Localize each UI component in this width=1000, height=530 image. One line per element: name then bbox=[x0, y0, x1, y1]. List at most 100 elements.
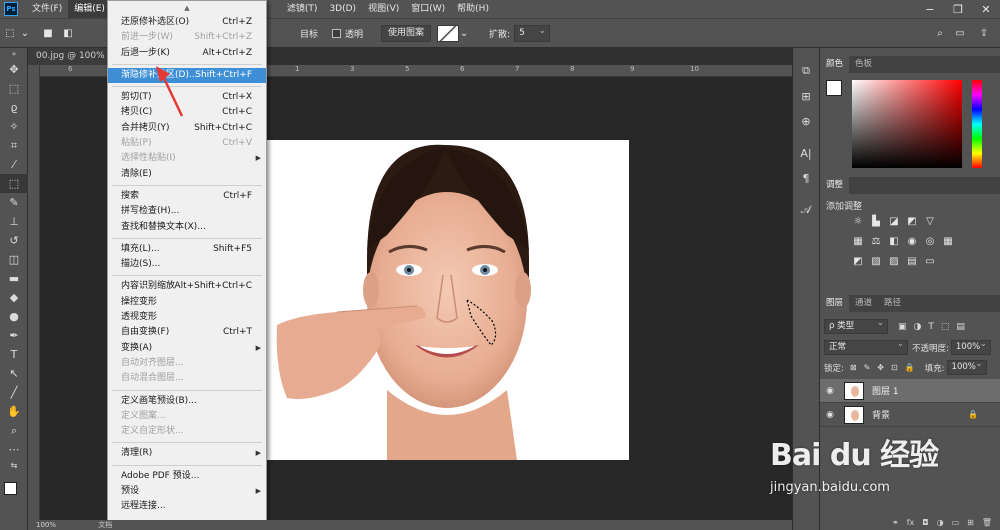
gradient-map-icon[interactable]: ▤ bbox=[906, 255, 918, 267]
swap-colors-icon[interactable]: ⇆ bbox=[0, 459, 28, 471]
edit-menu-item[interactable]: 查找和替换文本(X)... bbox=[108, 220, 266, 235]
edit-menu-item[interactable]: 定义画笔预设(B)... bbox=[108, 394, 266, 409]
black-white-icon[interactable]: ◧ bbox=[888, 235, 900, 247]
lock-move-icon[interactable]: ✥ bbox=[877, 363, 884, 372]
edit-menu-item[interactable]: 后退一步(K) Alt+Ctrl+Z bbox=[108, 46, 266, 61]
mask-icon[interactable]: ◘ bbox=[922, 518, 928, 527]
history-brush-icon[interactable]: ↺ bbox=[0, 231, 28, 250]
menu-file[interactable]: 文件(F) bbox=[26, 0, 68, 18]
layer-row[interactable]: ◉ 背景 🔒 bbox=[820, 403, 1000, 427]
doc-info[interactable]: 文档 bbox=[98, 521, 112, 529]
layer-row[interactable]: ◉ 图层 1 bbox=[820, 379, 1000, 403]
photo-filter-icon[interactable]: ◉ bbox=[906, 235, 918, 247]
lock-pixels-icon[interactable]: ⊠ bbox=[850, 363, 857, 372]
edit-menu-item[interactable]: 远程连接... bbox=[108, 499, 266, 514]
patch-tool-icon[interactable]: ⬚ bbox=[0, 24, 20, 42]
exposure-icon[interactable]: ◩ bbox=[906, 215, 918, 227]
eraser-tool-icon[interactable]: ◫ bbox=[0, 250, 28, 269]
cc-libraries-icon[interactable]: ⊕ bbox=[793, 110, 819, 132]
new-selection-icon[interactable]: ■ bbox=[38, 24, 58, 42]
group-icon[interactable]: ▭ bbox=[952, 518, 960, 527]
foreground-color-swatch[interactable] bbox=[826, 80, 842, 96]
tab-color[interactable]: 颜色 bbox=[820, 56, 850, 73]
adjustment-layer-icon[interactable]: ◑ bbox=[937, 518, 944, 527]
edit-menu-item[interactable]: 清理(R) ▶ bbox=[108, 446, 266, 461]
close-icon[interactable]: ✕ bbox=[972, 0, 1000, 18]
character-panel-icon[interactable]: A| bbox=[793, 142, 819, 164]
opacity-input[interactable]: 100% bbox=[950, 338, 991, 355]
blend-mode-select[interactable]: 正常 bbox=[824, 338, 908, 355]
document-tab[interactable]: 00.jpg @ 100% (图 bbox=[28, 48, 108, 65]
tab-adjustments[interactable]: 调整 bbox=[820, 177, 850, 194]
edit-menu-item[interactable]: 清除(E) bbox=[108, 167, 266, 182]
use-pattern-button[interactable]: 使用图案 bbox=[381, 24, 432, 42]
menu-view[interactable]: 视图(V) bbox=[362, 0, 405, 18]
channel-mixer-icon[interactable]: ◎ bbox=[924, 235, 936, 247]
edit-menu-item[interactable]: 自由变换(F) Ctrl+T bbox=[108, 325, 266, 340]
lasso-tool-icon[interactable]: ϱ bbox=[0, 98, 28, 117]
magic-wand-icon[interactable]: ✧ bbox=[0, 117, 28, 136]
properties-panel-icon[interactable]: ⊞ bbox=[793, 85, 819, 107]
more-tools-icon[interactable]: ⋯ bbox=[0, 440, 28, 459]
add-selection-icon[interactable]: ◧ bbox=[58, 24, 78, 42]
pen-tool-icon[interactable]: ✒ bbox=[0, 326, 28, 345]
stamp-tool-icon[interactable]: ⊥ bbox=[0, 212, 28, 231]
shape-filter-icon[interactable]: ⬚ bbox=[941, 322, 950, 332]
lock-all-icon[interactable]: 🔒 bbox=[905, 363, 915, 372]
lock-paint-icon[interactable]: ✎ bbox=[864, 363, 871, 372]
history-panel-icon[interactable]: ⧉ bbox=[793, 60, 819, 82]
line-tool-icon[interactable]: ╱ bbox=[0, 383, 28, 402]
hand-tool-icon[interactable]: ✋ bbox=[0, 402, 28, 421]
edit-menu-item[interactable]: Adobe PDF 预设... bbox=[108, 469, 266, 484]
search-icon[interactable]: ⌕ bbox=[930, 24, 950, 42]
menu-window[interactable]: 窗口(W) bbox=[405, 0, 451, 18]
edit-menu-item[interactable]: 描边(S)... bbox=[108, 257, 266, 272]
menu-3d[interactable]: 3D(D) bbox=[323, 0, 362, 18]
tab-swatches[interactable]: 色板 bbox=[849, 56, 878, 73]
minimize-icon[interactable]: − bbox=[916, 0, 944, 18]
eye-icon[interactable]: ◉ bbox=[820, 386, 840, 396]
menu-edit[interactable]: 编辑(E) bbox=[68, 0, 111, 18]
selective-color-icon[interactable]: ▭ bbox=[924, 255, 936, 267]
levels-icon[interactable]: ▙ bbox=[870, 215, 882, 227]
brightness-icon[interactable]: ☼ bbox=[852, 215, 864, 227]
tab-paths[interactable]: 路径 bbox=[878, 295, 907, 312]
edit-menu-item[interactable]: 操控变形 bbox=[108, 295, 266, 310]
gradient-tool-icon[interactable]: ▬ bbox=[0, 269, 28, 288]
chevron-down-icon[interactable]: ⌄ bbox=[20, 24, 30, 42]
brush-tool-icon[interactable]: ✎ bbox=[0, 193, 28, 212]
trash-icon[interactable]: 🗑 bbox=[982, 518, 992, 527]
zoom-level[interactable]: 100% bbox=[36, 521, 56, 529]
edit-menu-item[interactable]: 变换(A) ▶ bbox=[108, 341, 266, 356]
link-layers-icon[interactable]: ⚭ bbox=[892, 518, 899, 527]
patch-tool-icon[interactable]: ⬚ bbox=[0, 174, 28, 193]
type-filter-icon[interactable]: T bbox=[928, 322, 934, 332]
color-picker-field[interactable] bbox=[852, 80, 962, 168]
vibrance-icon[interactable]: ▽ bbox=[924, 215, 936, 227]
edit-menu-item[interactable]: 预设 ▶ bbox=[108, 484, 266, 499]
dodge-tool-icon[interactable]: ● bbox=[0, 307, 28, 326]
menu-help[interactable]: 帮助(H) bbox=[451, 0, 495, 18]
toolbar-collapse-icon[interactable]: » bbox=[0, 48, 28, 60]
edit-menu-item[interactable]: 透视变形 bbox=[108, 310, 266, 325]
chevron-down-icon[interactable]: ⌄ bbox=[459, 24, 469, 42]
menu-scroll-up-icon[interactable]: ▲ bbox=[108, 1, 266, 15]
new-layer-icon[interactable]: ⊞ bbox=[967, 518, 974, 527]
foreground-color-swatch[interactable] bbox=[4, 482, 17, 495]
pixel-filter-icon[interactable]: ▣ bbox=[898, 322, 907, 332]
smart-filter-icon[interactable]: ▤ bbox=[956, 322, 965, 332]
diffusion-select[interactable]: 5 bbox=[514, 24, 551, 42]
hue-slider[interactable] bbox=[972, 80, 982, 168]
color-lookup-icon[interactable]: ▦ bbox=[942, 235, 954, 247]
paragraph-panel-icon[interactable]: ¶ bbox=[793, 167, 819, 189]
fill-input[interactable]: 100% bbox=[946, 358, 987, 375]
fx-icon[interactable]: fx bbox=[907, 518, 915, 527]
document-canvas[interactable] bbox=[267, 140, 629, 460]
eyedropper-icon[interactable]: ⁄ bbox=[0, 155, 28, 174]
edit-menu-item[interactable]: 搜索 Ctrl+F bbox=[108, 189, 266, 204]
lock-artboard-icon[interactable]: ⊡ bbox=[891, 363, 898, 372]
tab-channels[interactable]: 通道 bbox=[849, 295, 878, 312]
invert-icon[interactable]: ◩ bbox=[852, 255, 864, 267]
workspace-icon[interactable]: ▭ bbox=[950, 24, 970, 42]
threshold-icon[interactable]: ▨ bbox=[888, 255, 900, 267]
